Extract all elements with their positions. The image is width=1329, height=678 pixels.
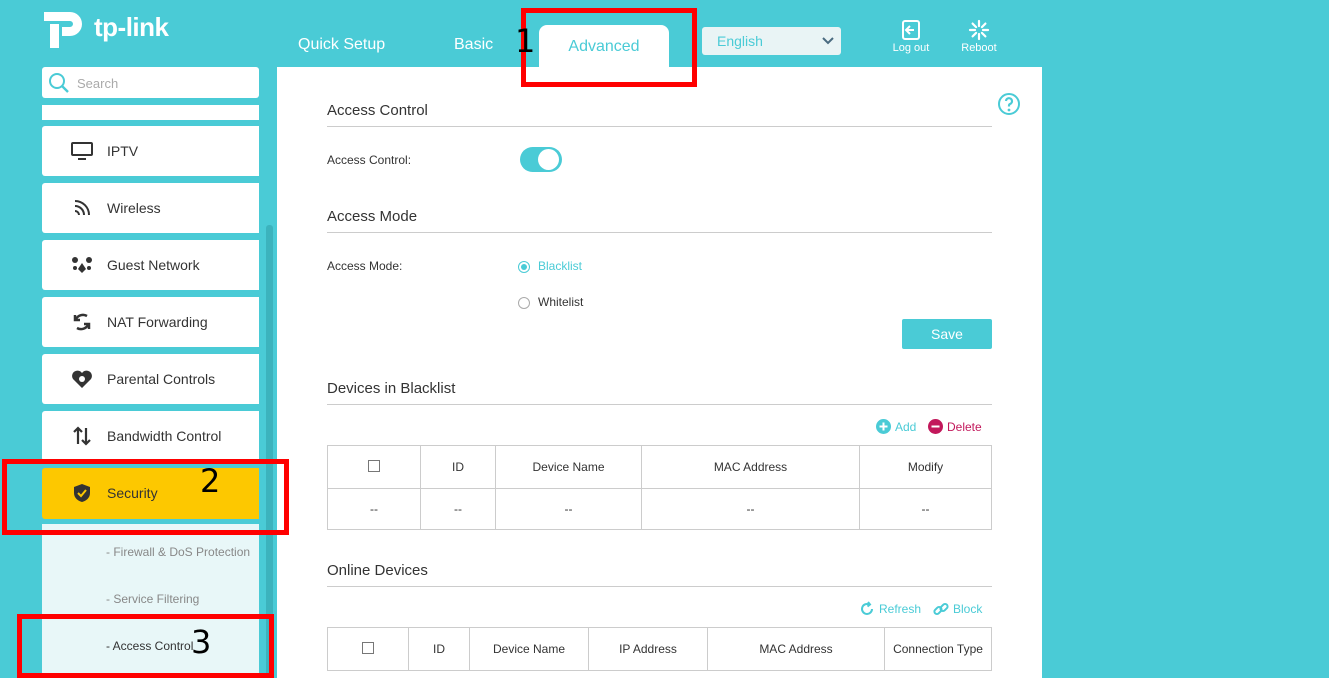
- sidebar-item-parental-controls[interactable]: Parental Controls: [42, 354, 259, 404]
- heart-icon: [70, 367, 94, 391]
- nat-forwarding-icon: [70, 310, 94, 334]
- blacklist-title: Devices in Blacklist: [327, 380, 456, 397]
- access-mode-label: Access Mode:: [327, 259, 403, 273]
- help-icon[interactable]: [997, 92, 1021, 116]
- submenu-item-firewall[interactable]: - Firewall & DoS Protection: [106, 545, 250, 559]
- column-header: IP Address: [588, 627, 708, 671]
- section-divider: [327, 404, 992, 405]
- reboot-icon: [954, 18, 1004, 42]
- link-icon: [933, 602, 949, 616]
- column-header: Device Name: [469, 627, 589, 671]
- sidebar-item-guest-network[interactable]: Guest Network: [42, 240, 259, 290]
- column-header: MAC Address: [641, 445, 860, 489]
- select-all-cell: [327, 627, 409, 671]
- logout-button[interactable]: Log out: [886, 18, 936, 54]
- sidebar-item-label: IPTV: [107, 143, 139, 159]
- submenu-item-service-filtering[interactable]: - Service Filtering: [106, 592, 199, 606]
- table-header-row: ID Device Name MAC Address Modify: [327, 445, 992, 489]
- blacklist-label[interactable]: Blacklist: [538, 259, 582, 273]
- minus-icon: [928, 419, 943, 434]
- sidebar-item-label: NAT Forwarding: [107, 314, 208, 330]
- blacklist-radio[interactable]: [518, 261, 530, 273]
- section-divider: [327, 232, 992, 233]
- annotation-marker-1: 1: [515, 22, 536, 60]
- add-button[interactable]: Add: [876, 419, 916, 434]
- column-header: ID: [408, 627, 470, 671]
- section-divider: [327, 126, 992, 127]
- delete-button[interactable]: Delete: [928, 419, 982, 434]
- tp-link-logo-icon: [44, 12, 82, 48]
- guest-network-icon: [70, 253, 94, 277]
- sidebar-item-label: Wireless: [107, 200, 161, 216]
- access-control-toggle[interactable]: [520, 147, 562, 172]
- table-cell: --: [420, 488, 496, 530]
- online-devices-table: ID Device Name IP Address MAC Address Co…: [327, 627, 992, 671]
- sidebar-item-label: Bandwidth Control: [107, 428, 222, 444]
- annotation-marker-2: 2: [200, 462, 221, 500]
- column-header: Device Name: [495, 445, 642, 489]
- select-all-checkbox[interactable]: [362, 641, 374, 654]
- wifi-icon: [70, 196, 94, 220]
- toggle-knob: [538, 149, 559, 170]
- select-all-cell: [327, 445, 421, 489]
- table-cell: --: [327, 488, 421, 530]
- sidebar-item-label: Parental Controls: [107, 371, 216, 387]
- whitelist-radio[interactable]: [518, 297, 530, 309]
- block-label: Block: [953, 602, 983, 616]
- annotation-marker-3: 3: [191, 623, 212, 661]
- access-mode-title: Access Mode: [327, 208, 418, 225]
- whitelist-label[interactable]: Whitelist: [538, 295, 583, 309]
- online-devices-title: Online Devices: [327, 562, 428, 579]
- logout-label: Log out: [892, 42, 930, 54]
- highlight-box-access-control: [17, 614, 274, 678]
- monitor-icon: [70, 139, 94, 163]
- search-input[interactable]: Search: [42, 67, 259, 98]
- refresh-label: Refresh: [879, 602, 922, 616]
- tab-basic[interactable]: Basic: [454, 36, 493, 54]
- table-cell: --: [495, 488, 642, 530]
- sidebar-item-iptv[interactable]: IPTV: [42, 126, 259, 176]
- reboot-button[interactable]: Reboot: [954, 18, 1004, 54]
- block-button[interactable]: Block: [933, 601, 982, 617]
- search-icon: [48, 72, 70, 99]
- column-header: MAC Address: [707, 627, 885, 671]
- highlight-box-advanced: [521, 8, 697, 87]
- bandwidth-arrows-icon: [70, 424, 94, 448]
- sidebar-item-label: Guest Network: [107, 257, 200, 273]
- blacklist-table: ID Device Name MAC Address Modify -- -- …: [327, 445, 992, 530]
- access-control-title: Access Control: [327, 102, 428, 119]
- section-divider: [327, 586, 992, 587]
- reboot-label: Reboot: [961, 42, 997, 54]
- refresh-icon: [861, 601, 873, 615]
- refresh-button[interactable]: Refresh: [859, 601, 921, 617]
- highlight-box-security: [2, 459, 289, 535]
- table-cell: --: [641, 488, 860, 530]
- column-header: Connection Type: [884, 627, 992, 671]
- table-cell: --: [859, 488, 992, 530]
- table-row: -- -- -- -- --: [327, 488, 992, 530]
- language-select[interactable]: English: [702, 27, 841, 55]
- tab-quick-setup[interactable]: Quick Setup: [298, 36, 385, 54]
- save-button[interactable]: Save: [902, 319, 992, 349]
- delete-label: Delete: [947, 419, 982, 434]
- sidebar-item-partial: [42, 105, 259, 120]
- chevron-down-icon: [821, 27, 835, 64]
- column-header: Modify: [859, 445, 992, 489]
- sidebar-scrollbar[interactable]: [266, 225, 273, 678]
- plus-icon: [876, 419, 891, 434]
- logout-icon: [886, 18, 936, 42]
- column-header: ID: [420, 445, 496, 489]
- search-placeholder: Search: [77, 76, 119, 91]
- select-all-checkbox[interactable]: [368, 459, 380, 472]
- table-header-row: ID Device Name IP Address MAC Address Co…: [327, 627, 992, 671]
- sidebar-item-nat-forwarding[interactable]: NAT Forwarding: [42, 297, 259, 347]
- add-label: Add: [895, 419, 917, 434]
- language-value: English: [717, 33, 763, 49]
- sidebar-item-wireless[interactable]: Wireless: [42, 183, 259, 233]
- tp-link-logo: tp-link: [42, 6, 182, 50]
- sidebar-item-bandwidth-control[interactable]: Bandwidth Control: [42, 411, 259, 461]
- access-control-label: Access Control:: [327, 153, 412, 167]
- brand-name: tp-link: [94, 12, 169, 42]
